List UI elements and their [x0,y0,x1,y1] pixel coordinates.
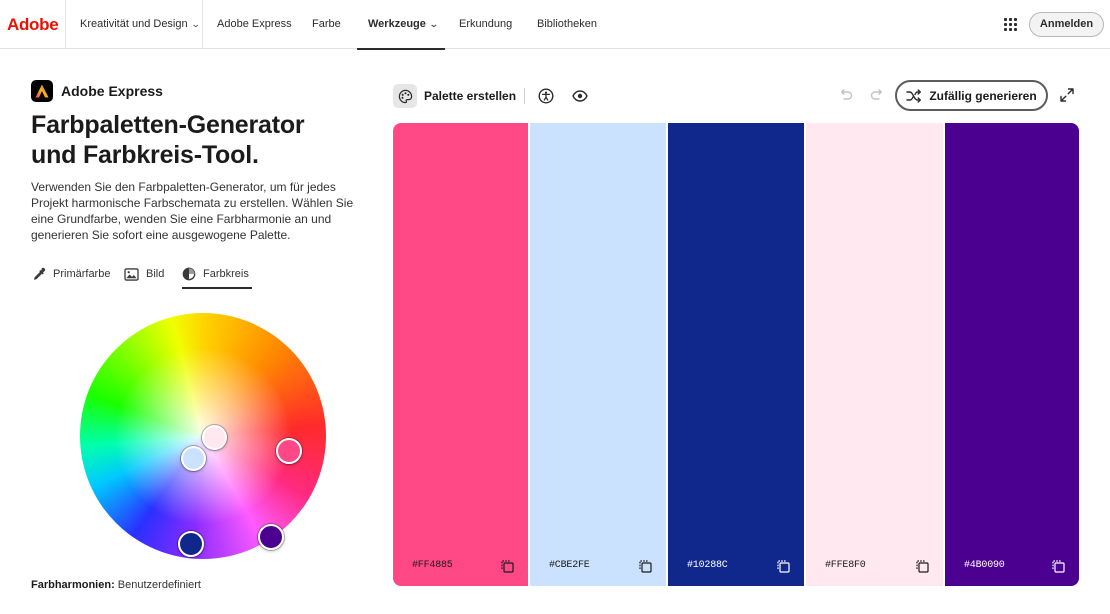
nav-separator [202,0,203,49]
accessibility-icon[interactable] [537,87,555,105]
nav-item-label: Erkundung [459,18,513,30]
palette-toolbar: Palette erstellen [393,83,589,109]
page-title-line-1: Farbpaletten-Generator [31,111,305,139]
tab-label: Bild [146,268,165,280]
signin-button[interactable]: Anmelden [1029,12,1104,37]
harmony-label: Farbharmonien: [31,579,115,591]
copy-icon[interactable] [915,559,929,573]
color-wheel-handle-2[interactable] [181,446,206,471]
tab-farbkreis[interactable]: Farbkreis [182,260,252,289]
nav-item-label: Kreativität und Design [80,18,188,30]
copy-icon[interactable] [1051,559,1065,573]
chevron-down-icon: ⌄ [190,19,201,29]
palette-swatch-1[interactable]: #FF4885 [393,123,528,586]
palette-icon [393,84,417,108]
adobe-express-logo-icon [31,80,53,102]
color-wheel-handle-3[interactable] [178,531,204,557]
nav-item-label: Bibliotheken [537,18,597,30]
copy-icon[interactable] [500,559,514,573]
toolbar-separator [524,88,526,104]
random-generate-label: Zufällig generieren [929,88,1037,103]
random-generate-button[interactable]: Zufällig generieren [895,80,1048,111]
color-wheel-handle-5[interactable] [258,524,284,550]
palette-swatch-4[interactable]: #FFE8F0 [806,123,943,586]
product-header: Adobe Express [31,80,163,102]
palette-swatch-5[interactable]: #4B0090 [945,123,1079,586]
tab-primaerfarbe[interactable]: Primärfarbe [31,260,110,288]
apps-grid-icon[interactable] [1004,18,1017,31]
color-wheel-handle-1[interactable] [276,438,302,464]
nav-item-adobe-express[interactable]: Adobe Express [217,0,292,49]
nav-item-label: Farbe [312,18,341,30]
nav-divider [65,0,66,49]
nav-item-farbe[interactable]: Farbe [312,0,341,49]
color-wheel-icon [182,267,196,281]
swatch-hex-code: #4B0090 [964,560,1005,571]
copy-icon[interactable] [638,559,652,573]
color-wheel-handle-4[interactable] [202,425,227,450]
tab-label: Primärfarbe [53,268,111,280]
expand-icon[interactable] [1059,87,1075,103]
product-name: Adobe Express [61,83,163,99]
swatch-hex-code: #FFE8F0 [825,560,866,571]
page-title-line-2: und Farbkreis-Tool. [31,141,259,169]
palette-swatch-2[interactable]: #CBE2FE [530,123,666,586]
undo-icon[interactable] [838,87,854,103]
eyedropper-icon [34,267,46,280]
nav-item-label: Adobe Express [217,18,292,30]
color-palette: #FF4885 #CBE2FE #10288C #FFE8F0 #4B0090 [393,123,1079,586]
swatch-hex-code: #10288C [687,560,728,571]
nav-item-label: Werkzeuge [368,18,426,30]
color-wheel[interactable] [80,313,326,559]
page-title: Farbpaletten-Generator und Farbkreis-Too… [31,110,371,170]
nav-item-werkzeuge[interactable]: Werkzeuge ⌄ [356,0,446,50]
copy-icon[interactable] [776,559,790,573]
eye-icon[interactable] [571,87,589,105]
tab-label: Farbkreis [203,268,249,280]
image-icon [124,267,139,281]
redo-icon[interactable] [869,87,885,103]
create-palette-button[interactable]: Palette erstellen [393,84,516,108]
shuffle-icon [906,88,922,103]
page-description: Verwenden Sie den Farbpaletten-Generator… [31,180,354,242]
swatch-hex-code: #FF4885 [412,560,453,571]
tab-bild[interactable]: Bild [124,260,164,288]
palette-swatch-3[interactable]: #10288C [668,123,804,586]
nav-item-erkundung[interactable]: Erkundung [459,0,512,49]
swatch-hex-code: #CBE2FE [549,560,590,571]
nav-item-bibliotheken[interactable]: Bibliotheken [537,0,597,49]
color-harmony[interactable]: Farbharmonien: Benutzerdefiniert [31,579,201,591]
adobe-logo[interactable]: Adobe [7,15,59,35]
nav-item-kreativitaet[interactable]: Kreativität und Design ⌄ [80,0,201,49]
create-palette-label: Palette erstellen [424,89,517,103]
harmony-value: Benutzerdefiniert [117,579,201,591]
chevron-down-icon: ⌄ [428,19,439,29]
top-navigation: Adobe Kreativität und Design ⌄ Adobe Expr… [0,0,1110,50]
